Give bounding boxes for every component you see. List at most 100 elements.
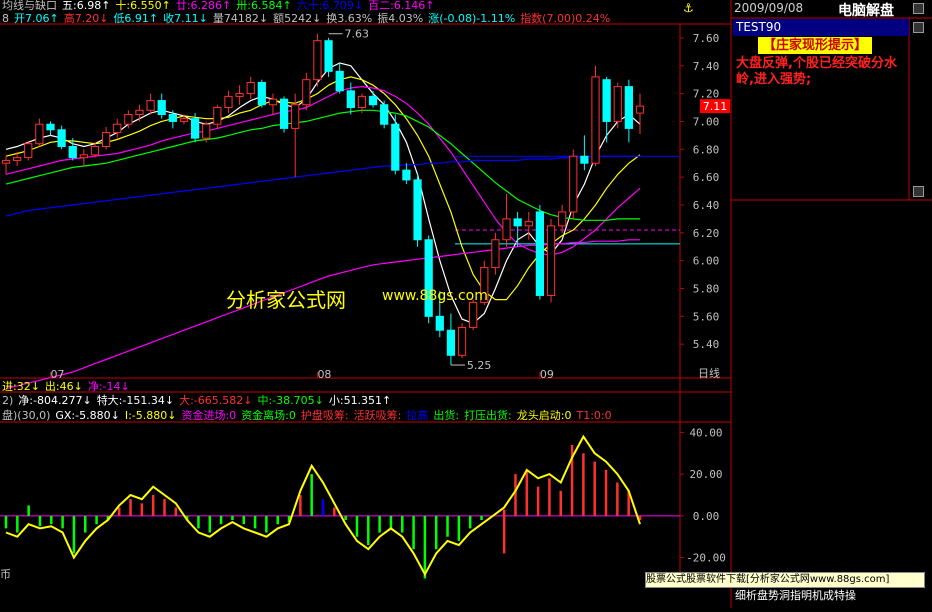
- candle-body: [224, 95, 233, 109]
- row1-item: 六十:6.709↓: [296, 0, 364, 12]
- candle-body: [513, 218, 522, 227]
- mid_row-item: 净:-14↓: [87, 380, 130, 393]
- candle-body: [35, 123, 44, 145]
- low_row1-item: 特大:-151.34↓: [96, 394, 175, 407]
- row2-item: 高7.20↓: [63, 12, 109, 25]
- candle-body: [591, 76, 600, 164]
- ma-line: [5, 85, 641, 256]
- row2-item: 量74182↓: [212, 12, 269, 25]
- side-panel: [731, 0, 932, 608]
- header-row-quote: 8 开7.06↑ 高7.20↓ 低6.91↑ 收7.11↓ 量74182↓ 额5242↓ 换3…: [2, 12, 615, 25]
- date-label: 08: [317, 368, 331, 381]
- candle-body: [524, 221, 533, 227]
- restore-icon[interactable]: [913, 22, 924, 33]
- row2-item: 振4.03%: [377, 12, 424, 25]
- minimize-icon[interactable]: [913, 3, 924, 14]
- low_row2-item: 资金离场:0: [241, 409, 296, 422]
- low_row2-item: 盘)(30,0): [2, 409, 51, 422]
- price-tick-label: 6.80: [693, 143, 720, 156]
- panel-close-icon[interactable]: [913, 186, 924, 197]
- low_row2-item: GX:-5.880↓: [55, 409, 120, 422]
- candle-body: [213, 107, 222, 125]
- indicator-row: 盘)(30,0) GX:-5.880↓ I:-5.880↓ 资金进场:0 资金离场:0 护…: [2, 409, 617, 422]
- candle-body: [257, 81, 266, 106]
- row1-item: 五:6.98↑: [62, 0, 111, 12]
- mid_row-item: 进:32↓: [2, 380, 40, 393]
- price-tick-label: 5.40: [693, 338, 720, 351]
- date-text: 2009/09/08: [734, 1, 804, 15]
- candle-body: [624, 86, 633, 129]
- watermark-url: www.88gs.com: [382, 288, 488, 304]
- candle-body: [580, 155, 589, 164]
- ad-banner[interactable]: 股票公式股票软件下载[分析家公式网www.88gs.com]: [645, 572, 925, 588]
- candle-body: [435, 315, 444, 331]
- row1-item: 廿:6.286↑: [175, 0, 232, 12]
- candle-body: [335, 70, 344, 92]
- candle-body: [179, 118, 189, 122]
- row1-item: 十:6.550↑: [115, 0, 171, 12]
- sub-tick-label: 20.00: [689, 468, 722, 481]
- alert-icon[interactable]: ⚓: [683, 1, 697, 15]
- row1-item: 百二:6.146↑: [368, 0, 435, 12]
- price-tick-label: 7.20: [693, 88, 720, 101]
- price-tick-label: 5.80: [693, 282, 720, 295]
- ma-line: [5, 76, 641, 301]
- low_row1-item: 中:-38.705↓: [257, 394, 324, 407]
- candle-body: [13, 157, 22, 161]
- low_row1-item: 净:-804.277↓: [18, 394, 92, 407]
- row2-item: 指数(7.00)0.24%: [520, 12, 611, 25]
- header-row-ma: 均线与缺口 五:6.98↑ 十:6.550↑ 廿:6.286↑ 卅:6.584↑ 六十:6…: [2, 0, 440, 12]
- row2-item: 涨(-0.08)-1.11%: [428, 12, 516, 25]
- candle-body: [535, 211, 545, 296]
- candle-body: [324, 40, 333, 72]
- candle-body: [157, 100, 166, 115]
- candle-body: [202, 123, 211, 139]
- ma-line: [5, 155, 640, 217]
- row2-item: 收7.11↓: [163, 12, 208, 25]
- row1-item: 卅:6.584↑: [236, 0, 292, 12]
- price-tick-label: 6.40: [693, 199, 720, 212]
- candle-body: [101, 132, 111, 147]
- candle-body: [79, 154, 88, 159]
- candle-body: [57, 129, 66, 147]
- indicator-name[interactable]: TEST90: [736, 20, 781, 34]
- ma-line: [5, 109, 640, 221]
- stock-chart-window: 7.60 7.40 7.20 7.00 6.80 6.60 6.40 6.20 6.00 5.80…: [0, 0, 932, 608]
- low_row2-item: 资金进场:0: [181, 409, 237, 422]
- sub-tick-label: 0.00: [693, 510, 720, 523]
- low_row2-item: 龙头启动:0: [516, 409, 572, 422]
- price-tick-label: 6.60: [693, 171, 720, 184]
- price-tick-label: 6.20: [693, 227, 720, 240]
- candle-body: [135, 109, 144, 115]
- mode-text[interactable]: 电脑解盘: [838, 0, 894, 20]
- candle-body: [469, 301, 478, 328]
- row2-item: 额5242↓: [273, 12, 322, 25]
- row1-item: 均线与缺口: [2, 0, 57, 12]
- period-label: 日线: [698, 366, 720, 380]
- candle-body: [346, 90, 355, 109]
- money-row: 2) 净:-804.277↓ 特大:-151.34↓ 大:-665.582↓ 中:-38…: [2, 394, 396, 407]
- low_row2-item: 打压出货:: [464, 409, 512, 422]
- sub-tick-label: -20.00: [686, 552, 726, 565]
- bottom-strip-text: 细析盘势洞指明机成特操: [735, 589, 856, 602]
- bottom-left-label: 币: [0, 568, 11, 581]
- row2-item: 低6.91↑: [113, 12, 159, 25]
- low_row1-item: 2): [2, 394, 14, 407]
- extreme-label: 5.25: [467, 359, 492, 372]
- candle-body: [1, 159, 11, 164]
- candle-body: [558, 211, 567, 227]
- candle-body: [380, 104, 389, 125]
- flow-row: 进:32↓ 出:46↓ 净:-14↓: [2, 380, 135, 393]
- low_row2-item: 拉高: [406, 409, 429, 422]
- candle-body: [268, 98, 278, 106]
- last-price-label: 7.11: [703, 100, 728, 113]
- candle-body: [279, 98, 289, 129]
- low_row1-item: 大:-665.582↓: [179, 394, 253, 407]
- candle-body: [168, 113, 177, 122]
- candle-body: [491, 239, 500, 269]
- price-tick-label: 6.00: [693, 255, 720, 268]
- candle-body: [68, 145, 77, 159]
- candle-body: [24, 143, 33, 159]
- candle-body: [602, 79, 611, 122]
- candle-body: [635, 105, 645, 114]
